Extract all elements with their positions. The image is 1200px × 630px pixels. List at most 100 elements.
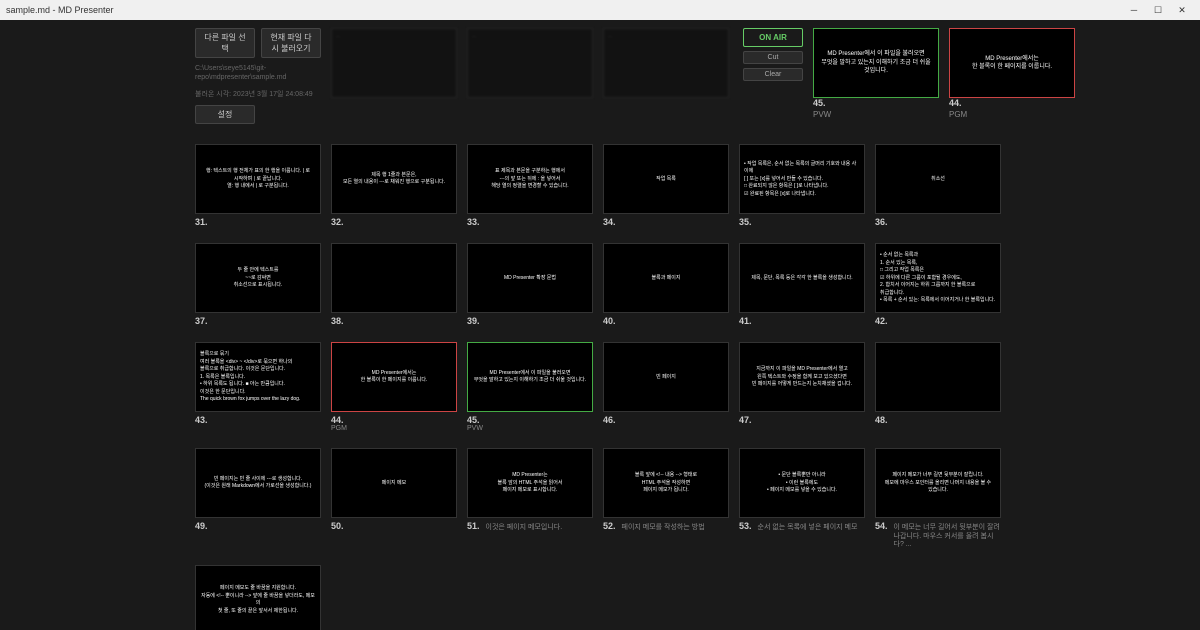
maximize-button[interactable]: ☐ [1146, 5, 1170, 16]
slide-thumbnail[interactable] [875, 342, 1001, 412]
slide-number: 53. [739, 521, 752, 531]
slide-number: 46. [603, 415, 616, 425]
slide-thumbnail[interactable]: 블록으로 묶기여러 블록을 <div> ~ </div>로 묶으면 하나의블록으… [195, 342, 321, 412]
slide-item[interactable]: 블록과 페이지 40. [603, 243, 729, 326]
slide-item[interactable]: • 순서 없는 목록과 1. 순서 있는 목록, □ 그리고 작업 목록은 ☑ … [875, 243, 1001, 326]
slide-number: 33. [467, 217, 480, 227]
slide-number: 35. [739, 217, 752, 227]
slide-item[interactable]: 페이지 메모 50. [331, 448, 457, 549]
slide-item[interactable]: 표 제목과 본문을 구분하는 행에서---의 앞 또는 뒤에 : 을 넣어서해당… [467, 144, 593, 227]
minimize-button[interactable]: ─ [1122, 5, 1146, 15]
slide-number: 40. [603, 316, 616, 326]
window-title: sample.md - MD Presenter [6, 5, 114, 15]
slide-thumbnail[interactable]: 페이지 메모 [331, 448, 457, 518]
slide-thumbnail[interactable]: 페이지 메모도 줄 바꿈을 지원합니다.자동에 <!-- 뿐이니라 --> 앞에… [195, 565, 321, 630]
slide-item[interactable]: MD Presenter 확장 문법 39. [467, 243, 593, 326]
pgm-number: 44. [949, 98, 962, 108]
slide-item[interactable]: 취소선 36. [875, 144, 1001, 227]
slide-item[interactable]: 빈 페이지 46. [603, 342, 729, 432]
slide-thumbnail[interactable]: 표 제목과 본문을 구분하는 행에서---의 앞 또는 뒤에 : 을 넣어서해당… [467, 144, 593, 214]
slide-number: 41. [739, 316, 752, 326]
cut-button[interactable]: Cut [743, 51, 803, 64]
slide-number: 48. [875, 415, 888, 425]
blurred-preview-2: ... [467, 28, 593, 98]
slide-thumbnail[interactable] [331, 243, 457, 313]
slide-thumbnail[interactable]: MD Presenter는블록 앞의 HTML 주석을 읽어서페이지 메모로 표… [467, 448, 593, 518]
slide-number: 32. [331, 217, 344, 227]
slide-thumbnail[interactable]: 지금까지 이 파일을 MD Presenter에서 열고왼쪽 텍스트와 수정을 … [739, 342, 865, 412]
slide-number: 42. [875, 316, 888, 326]
pvw-number: 45. [813, 98, 826, 108]
clear-button[interactable]: Clear [743, 68, 803, 81]
window-titlebar: sample.md - MD Presenter ─ ☐ ✕ [0, 0, 1200, 20]
close-button[interactable]: ✕ [1170, 5, 1194, 16]
slide-number: 38. [331, 316, 344, 326]
slide-item[interactable]: 48. [875, 342, 1001, 432]
slide-thumbnail[interactable]: MD Presenter에서 이 파일을 불러오면무엇을 말하고 있는지 이해하… [467, 342, 593, 412]
slide-thumbnail[interactable]: • 작업 목록은, 순서 없는 목록의 글머리 기호와 내용 사이에 [ ] 또… [739, 144, 865, 214]
slide-thumbnail[interactable]: 행: 텍스트의 행 전체가 표의 한 행을 이룹니다. | 로시작하며 | 로 … [195, 144, 321, 214]
slide-grid: 행: 텍스트의 행 전체가 표의 한 행을 이룹니다. | 로시작하며 | 로 … [0, 144, 1200, 630]
slide-thumbnail[interactable]: 작업 목록 [603, 144, 729, 214]
blurred-preview-3: ... [603, 28, 729, 98]
slide-number: 54. [875, 521, 888, 531]
slide-number: 34. [603, 217, 616, 227]
slide-item[interactable]: MD Presenter는블록 앞의 HTML 주석을 읽어서페이지 메모로 표… [467, 448, 593, 549]
slide-item[interactable]: 작업 목록 34. [603, 144, 729, 227]
slide-item[interactable]: MD Presenter에서 이 파일을 불러오면무엇을 말하고 있는지 이해하… [467, 342, 593, 432]
slide-item[interactable]: 빈 페이지는 빈 줄 사이에 ---로 생성합니다.(이것은 원래 Markdo… [195, 448, 321, 549]
slide-sublabel: PGM [331, 425, 457, 432]
slide-item[interactable]: 페이지 메모가 너무 길면 뒷부분이 잘립니다.메모에 마우스 포인터를 올리면… [875, 448, 1001, 549]
slide-memo: 이 메모는 너무 길어서 뒷부분이 잘려 나갑니다. 마우스 커서를 올려 봅시… [894, 524, 1001, 549]
file-path: C:\Users\seye5145\git-repo\mdpresenter\s… [195, 64, 321, 82]
slide-item[interactable]: 블록 앞에 <!-- 내용 --> 형태로HTML 주석을 작성하면페이지 메모… [603, 448, 729, 549]
slide-thumbnail[interactable]: 빈 페이지 [603, 342, 729, 412]
pvw-monitor[interactable]: MD Presenter에서 이 파일을 불러오면무엇을 말하고 있는지 이해하… [813, 28, 939, 98]
slide-number: 39. [467, 316, 480, 326]
slide-thumbnail[interactable]: 제목, 문단, 목록 등은 각각 한 블록을 생성합니다. [739, 243, 865, 313]
slide-item[interactable]: 제목 행 1줄과 본문은,모든 열의 내용이 ---로 채워진 행으로 구분됩니… [331, 144, 457, 227]
pvw-label: PVW [813, 110, 939, 119]
slide-thumbnail[interactable]: 블록 앞에 <!-- 내용 --> 형태로HTML 주석을 작성하면페이지 메모… [603, 448, 729, 518]
slide-item[interactable]: 블록으로 묶기여러 블록을 <div> ~ </div>로 묶으면 하나의블록으… [195, 342, 321, 432]
slide-thumbnail[interactable]: 취소선 [875, 144, 1001, 214]
slide-thumbnail[interactable]: 두 줄 안에 텍스트를~~로 감싸면취소선으로 표시됩니다. [195, 243, 321, 313]
slide-number: 50. [331, 521, 344, 531]
on-air-button[interactable]: ON AIR [743, 28, 803, 47]
slide-item[interactable]: 제목, 문단, 목록 등은 각각 한 블록을 생성합니다. 41. [739, 243, 865, 326]
slide-thumbnail[interactable]: 빈 페이지는 빈 줄 사이에 ---로 생성합니다.(이것은 원래 Markdo… [195, 448, 321, 518]
pgm-label: PGM [949, 110, 1075, 119]
slide-memo: 순서 없는 목록에 넣은 페이지 메모 [758, 524, 858, 532]
slide-memo: 페이지 메모를 작성하는 방법 [622, 524, 705, 532]
slide-item[interactable]: 두 줄 안에 텍스트를~~로 감싸면취소선으로 표시됩니다.37. [195, 243, 321, 326]
slide-item[interactable]: 페이지 메모도 줄 바꿈을 지원합니다.자동에 <!-- 뿐이니라 --> 앞에… [195, 565, 321, 630]
slide-number: 44. [331, 415, 344, 425]
slide-number: 51. [467, 521, 480, 531]
slide-item[interactable]: MD Presenter에서는한 블록이 한 페이지를 이룹니다. 44.PGM [331, 342, 457, 432]
reload-file-button[interactable]: 현재 파일 다시 불러오기 [261, 28, 321, 58]
main-content: 다른 파일 선택 현재 파일 다시 불러오기 C:\Users\seye5145… [0, 20, 1200, 630]
settings-button[interactable]: 설정 [195, 105, 255, 124]
slide-number: 52. [603, 521, 616, 531]
pgm-monitor[interactable]: MD Presenter에서는한 블록이 한 페이지를 이룹니다. [949, 28, 1075, 98]
slide-thumbnail[interactable]: 블록과 페이지 [603, 243, 729, 313]
slide-thumbnail[interactable]: • 순서 없는 목록과 1. 순서 있는 목록, □ 그리고 작업 목록은 ☑ … [875, 243, 1001, 313]
slide-number: 45. [467, 415, 480, 425]
slide-number: 31. [195, 217, 208, 227]
slide-number: 47. [739, 415, 752, 425]
slide-thumbnail[interactable]: • 문단 블록뿐만 아니라• 이런 블록에도• 페이지 메모를 넣을 수 있습니… [739, 448, 865, 518]
slide-item[interactable]: • 문단 블록뿐만 아니라• 이런 블록에도• 페이지 메모를 넣을 수 있습니… [739, 448, 865, 549]
choose-file-button[interactable]: 다른 파일 선택 [195, 28, 255, 58]
slide-item[interactable]: 지금까지 이 파일을 MD Presenter에서 열고왼쪽 텍스트와 수정을 … [739, 342, 865, 432]
slide-item[interactable]: • 작업 목록은, 순서 없는 목록의 글머리 기호와 내용 사이에 [ ] 또… [739, 144, 865, 227]
slide-number: 36. [875, 217, 888, 227]
slide-item[interactable]: 행: 텍스트의 행 전체가 표의 한 행을 이룹니다. | 로시작하며 | 로 … [195, 144, 321, 227]
slide-thumbnail[interactable]: MD Presenter에서는한 블록이 한 페이지를 이룹니다. [331, 342, 457, 412]
loaded-time: 불러온 시각: 2023년 3월 17일 24:08:49 [195, 90, 321, 99]
slide-thumbnail[interactable]: 페이지 메모가 너무 길면 뒷부분이 잘립니다.메모에 마우스 포인터를 올리면… [875, 448, 1001, 518]
slide-number: 43. [195, 415, 208, 425]
slide-number: 49. [195, 521, 208, 531]
slide-thumbnail[interactable]: MD Presenter 확장 문법 [467, 243, 593, 313]
slide-item[interactable]: 38. [331, 243, 457, 326]
slide-thumbnail[interactable]: 제목 행 1줄과 본문은,모든 열의 내용이 ---로 채워진 행으로 구분됩니… [331, 144, 457, 214]
